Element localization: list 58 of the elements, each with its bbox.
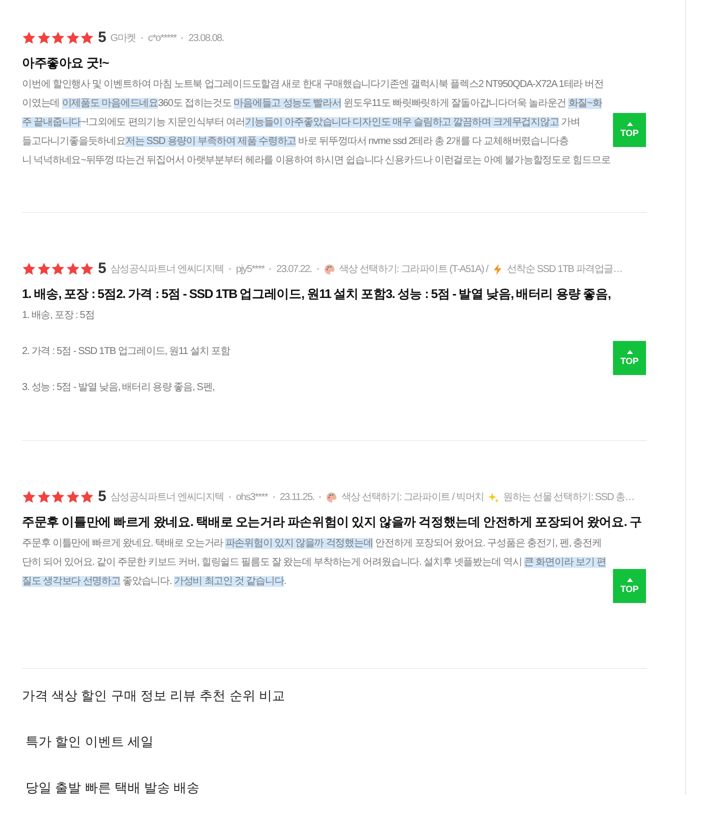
- seller-name: 삼성공식파트너 엔씨디지텍: [110, 262, 224, 276]
- top-button[interactable]: TOP: [613, 569, 646, 603]
- star-icon: [22, 31, 36, 45]
- option-text: 색상 선택하기: 그라파이트 / 빅머치: [341, 490, 484, 504]
- review-date: 23.07.22.: [276, 262, 312, 276]
- review-text: 이였는데 이제품도 마음에드네요360도 접히는것도 마음에들고 성능도 빨라서 윈도우11도 빠릿빠릿하게 잘돌아갑니다더욱 놀라운건 화질~화: [22, 97, 602, 111]
- star-icon: [80, 31, 94, 45]
- review-title: 아주좋아요 굿!~: [22, 55, 109, 72]
- star-icon: [36, 262, 50, 276]
- star-icon: [36, 490, 50, 504]
- keyword-text: 당일 출발 빠른 택배 발송 배송: [24, 779, 200, 797]
- reviewer-id: c*o*****: [148, 32, 176, 46]
- review-text: 1. 배송, 포장 : 5점: [22, 309, 94, 323]
- review-text: 이번에 할인행사 및 이벤트하여 마침 노트북 업그레이드도할겸 새로 한대 구매했습니다기존엔 갤럭시북 플렉스2 NT950QDA-X72A 1테라 버전: [22, 78, 604, 92]
- seller-name: 삼성공식파트너 엔씨디지텍: [110, 490, 224, 504]
- caret-up-icon: [626, 578, 632, 582]
- review-text: 2. 가격 : 5점 - SSD 1TB 업그레이드, 원11 설치 포함: [22, 345, 230, 359]
- palette-icon: [326, 492, 338, 502]
- keyword-text: 특가 할인 이벤트 세일: [24, 733, 154, 751]
- review-date: 23.08.08.: [188, 32, 224, 46]
- caret-up-icon: [626, 122, 632, 126]
- review-title: 1. 배송, 포장 : 5점2. 가격 : 5점 - SSD 1TB 업그레이드, 원11 설치 포함3. 성능 : 5점 - 발열 낮음, 배터리 용량 좋음,: [22, 286, 611, 303]
- top-button[interactable]: TOP: [613, 341, 646, 375]
- caret-up-icon: [626, 350, 632, 354]
- review-text: 단히 되어 있어요. 같이 주문한 키보드 커버, 힐링쉴드 필름도 잘 왔는데 부착하는게 어려웠습니다. 설치후 넷플봤는데 역시 큰 화면이라 보기 편: [22, 556, 606, 570]
- review-title: 주문후 이틀만에 빠르게 왔네요. 택배로 오는거라 파손위험이 있지 않을까 걱정했는데 안전하게 포장되어 왔어요. 구: [22, 514, 642, 531]
- star-icon: [22, 262, 36, 276]
- rating-score: 5: [98, 486, 106, 507]
- option-text: 선착순 SSD 1TB 파격업글…: [506, 262, 622, 276]
- review-text: 질도 생각보다 선명하고 좋았습니다. 가성비 최고인 것 같습니다.: [22, 575, 286, 589]
- star-icon: [36, 31, 50, 45]
- star-icon: [51, 490, 65, 504]
- option-text: 색상 선택하기: 그라파이트 (T-A51A) /: [338, 262, 488, 276]
- review-text: 들고다니기좋을듯하네요저는 SSD 용량이 부족하여 제품 수령하고 바로 뒤뚜껑따서 nvme ssd 2테라 총 2개를 다 교체해버렸습니다층: [22, 135, 568, 149]
- reviewer-id: pjy5****: [236, 262, 264, 276]
- review-text: 주문후 이틀만에 빠르게 왔네요. 택배로 오는거라 파손위험이 있지 않을까 걱정했는데 안전하게 포장되어 왔어요. 구성품은 충전기, 펜, 충전케: [22, 537, 602, 551]
- review-text: 주 끝내줍니다~!그외에도 편의기능 지문인식부터 여러기능들이 아주좋았습니다 디자인도 매우 슬림하고 깔끔하며 크게무겁지않고 가벼: [22, 116, 580, 130]
- rating-score: 5: [98, 258, 106, 279]
- sparkle-icon: [488, 492, 500, 502]
- review-date: 23.11.25.: [280, 490, 314, 504]
- keyword-text: 가격 색상 할인 구매 정보 리뷰 추천 순위 비교: [22, 687, 285, 705]
- star-icon: [80, 490, 94, 504]
- review-text: 니 넉넉하네요~뒤뚜껑 따는건 뒤집어서 아랫부분부터 헤라를 이용하여 하시면 쉽습니다 신용카드나 이런걸로는 아예 불가능할정도로 힘드므로: [22, 154, 610, 168]
- rating-score: 5: [98, 28, 106, 48]
- star-icon: [66, 262, 80, 276]
- option-text: 원하는 선물 선택하기: SSD 총…: [503, 490, 634, 504]
- reviewer-id: ohs3****: [236, 490, 268, 504]
- star-icon: [51, 31, 65, 45]
- palette-icon: [324, 264, 335, 274]
- star-icon: [22, 490, 36, 504]
- star-icon: [66, 31, 80, 45]
- star-icon: [51, 262, 65, 276]
- top-button[interactable]: TOP: [613, 113, 646, 147]
- star-icon: [66, 490, 80, 504]
- star-icon: [80, 262, 94, 276]
- lightning-icon: [492, 264, 503, 274]
- seller-name: G마켓: [110, 32, 136, 46]
- review-text: 3. 성능 : 5점 - 발열 낮음, 배터리 용량 좋음, S펜,: [22, 381, 214, 395]
